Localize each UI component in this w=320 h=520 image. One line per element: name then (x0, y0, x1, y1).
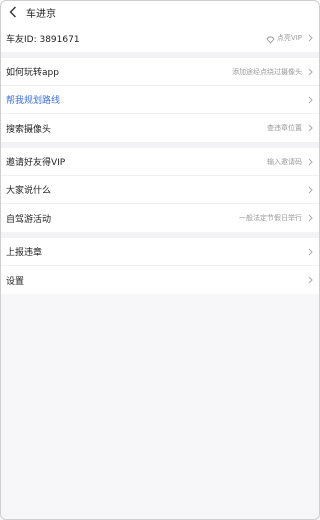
menu-settings[interactable]: 设置 (0, 266, 320, 294)
chevron-right-icon (306, 247, 314, 257)
top-bar: 车进京 (0, 0, 320, 24)
menu-search-camera[interactable]: 搜索摄像头 查违章位置 (0, 114, 320, 142)
chevron-right-icon (306, 185, 314, 195)
user-id-row[interactable]: 车友ID: 3891671 点亮VIP (0, 24, 320, 52)
menu-item-hint: 添加途经点绕过摄像头 (232, 67, 302, 76)
back-icon[interactable] (6, 5, 20, 19)
menu-item-label: 帮我规划路线 (6, 96, 61, 106)
menu-item-hint: 一般法定节假日举行 (239, 214, 302, 222)
page-title: 车进京 (26, 8, 56, 20)
menu-item-label: 如何玩转app (6, 68, 59, 78)
chevron-right-icon (306, 95, 314, 105)
menu-how-to-use[interactable]: 如何玩转app 添加途经点绕过摄像头 (0, 58, 320, 86)
diamond-icon (266, 29, 275, 48)
misc-section: 上报违章 设置 (0, 238, 320, 294)
menu-road-trip[interactable]: 自驾游活动 一般法定节假日举行 (0, 204, 320, 232)
account-section: 车友ID: 3891671 点亮VIP (0, 24, 320, 52)
vip-status: 点亮VIP (266, 29, 302, 48)
menu-item-label: 自驾游活动 (6, 214, 52, 225)
user-id-label: 车友ID: 3891671 (6, 34, 80, 45)
menu-item-label: 邀请好友得VIP (6, 158, 66, 168)
menu-item-label: 上报违章 (6, 248, 43, 258)
chevron-right-icon (306, 67, 314, 77)
chevron-right-icon (306, 123, 314, 133)
menu-plan-route[interactable]: 帮我规划路线 (0, 86, 320, 114)
menu-item-hint: 输入邀请码 (267, 157, 302, 166)
menu-community[interactable]: 大家说什么 (0, 176, 320, 204)
social-section: 邀请好友得VIP 输入邀请码大家说什么自驾游活动 一般法定节假日举行 (0, 148, 320, 232)
feature-section: 如何玩转app 添加途经点绕过摄像头帮我规划路线 搜索摄像头 查违章位置 (0, 58, 320, 142)
menu-item-label: 搜索摄像头 (6, 124, 52, 135)
menu-invite-friends[interactable]: 邀请好友得VIP 输入邀请码 (0, 148, 320, 176)
menu-item-label: 设置 (6, 276, 25, 287)
menu-report-violation[interactable]: 上报违章 (0, 238, 320, 266)
chevron-right-icon (306, 213, 314, 223)
vip-label: 点亮VIP (276, 34, 302, 42)
chevron-right-icon (306, 157, 314, 167)
chevron-right-icon (306, 33, 314, 43)
menu-item-hint: 查违章位置 (267, 124, 302, 132)
menu-item-label: 大家说什么 (6, 186, 52, 196)
chevron-right-icon (306, 275, 314, 285)
